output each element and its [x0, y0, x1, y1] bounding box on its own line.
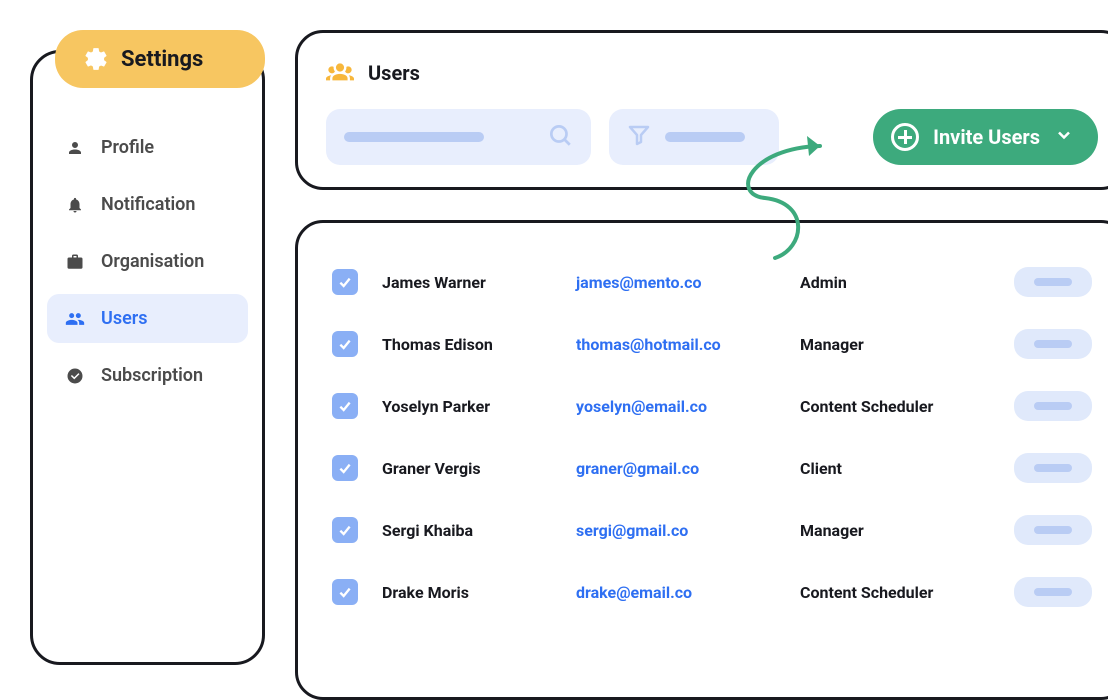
users-table-card: James Warner james@mento.co Admin Thomas…: [295, 220, 1108, 700]
user-action-button[interactable]: [1014, 391, 1092, 421]
user-checkbox[interactable]: [332, 455, 358, 481]
user-name: Thomas Edison: [382, 335, 552, 354]
sidebar-item-label: Notification: [101, 194, 195, 215]
user-row: Thomas Edison thomas@hotmail.co Manager: [332, 313, 1092, 375]
invite-users-label: Invite Users: [933, 125, 1040, 149]
user-checkbox[interactable]: [332, 393, 358, 419]
user-role: Manager: [800, 521, 990, 540]
sidebar-item-users[interactable]: Users: [47, 294, 248, 343]
users-group-icon: [326, 57, 354, 89]
user-row: Yoselyn Parker yoselyn@email.co Content …: [332, 375, 1092, 437]
funnel-icon: [627, 123, 651, 151]
sidebar-item-notification[interactable]: Notification: [47, 180, 248, 229]
user-role: Content Scheduler: [800, 397, 990, 416]
users-header-card: Users Invite Users: [295, 30, 1108, 190]
gear-icon: [83, 46, 109, 72]
sidebar-item-subscription[interactable]: Subscription: [47, 351, 248, 400]
sidebar: Settings Profile Notification Organisati…: [30, 30, 265, 700]
invite-users-button[interactable]: Invite Users: [873, 109, 1098, 165]
user-checkbox[interactable]: [332, 579, 358, 605]
chevron-down-icon: [1054, 125, 1074, 149]
briefcase-icon: [65, 252, 85, 272]
user-role: Admin: [800, 273, 990, 292]
sidebar-item-label: Organisation: [101, 251, 204, 272]
user-role: Client: [800, 459, 990, 478]
user-checkbox[interactable]: [332, 517, 358, 543]
search-input[interactable]: [326, 109, 591, 165]
users-header-title: Users: [368, 61, 420, 85]
users-icon: [65, 309, 85, 329]
user-name: Sergi Khaiba: [382, 521, 552, 540]
user-name: Drake Moris: [382, 583, 552, 602]
user-role: Content Scheduler: [800, 583, 990, 602]
user-name: Yoselyn Parker: [382, 397, 552, 416]
user-row: Graner Vergis graner@gmail.co Client: [332, 437, 1092, 499]
user-row: Drake Moris drake@email.co Content Sched…: [332, 561, 1092, 623]
user-name: James Warner: [382, 273, 552, 292]
sidebar-item-profile[interactable]: Profile: [47, 123, 248, 172]
search-icon: [547, 122, 573, 152]
person-icon: [65, 138, 85, 158]
sidebar-item-label: Subscription: [101, 365, 203, 386]
user-checkbox[interactable]: [332, 269, 358, 295]
user-role: Manager: [800, 335, 990, 354]
sidebar-item-label: Profile: [101, 137, 154, 158]
user-email[interactable]: sergi@gmail.co: [576, 521, 776, 540]
settings-badge: Settings: [55, 30, 265, 88]
user-row: Sergi Khaiba sergi@gmail.co Manager: [332, 499, 1092, 561]
bell-icon: [65, 195, 85, 215]
main-content: Users Invite Users: [295, 30, 1108, 700]
user-row: James Warner james@mento.co Admin: [332, 251, 1092, 313]
sidebar-panel: Profile Notification Organisation Users: [30, 50, 265, 665]
settings-title: Settings: [121, 47, 203, 72]
user-name: Graner Vergis: [382, 459, 552, 478]
user-action-button[interactable]: [1014, 577, 1092, 607]
search-placeholder: [344, 132, 484, 142]
filter-input[interactable]: [609, 109, 779, 165]
check-circle-icon: [65, 366, 85, 386]
user-action-button[interactable]: [1014, 453, 1092, 483]
user-email[interactable]: graner@gmail.co: [576, 459, 776, 478]
user-checkbox[interactable]: [332, 331, 358, 357]
user-email[interactable]: james@mento.co: [576, 273, 776, 292]
user-action-button[interactable]: [1014, 329, 1092, 359]
user-email[interactable]: thomas@hotmail.co: [576, 335, 776, 354]
user-action-button[interactable]: [1014, 515, 1092, 545]
plus-circle-icon: [891, 123, 919, 151]
sidebar-item-organisation[interactable]: Organisation: [47, 237, 248, 286]
filter-placeholder: [665, 132, 745, 142]
user-email[interactable]: drake@email.co: [576, 583, 776, 602]
sidebar-item-label: Users: [101, 308, 148, 329]
user-email[interactable]: yoselyn@email.co: [576, 397, 776, 416]
user-action-button[interactable]: [1014, 267, 1092, 297]
